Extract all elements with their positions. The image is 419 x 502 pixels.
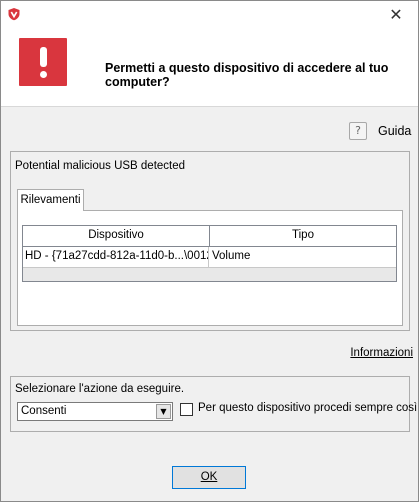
info-link[interactable]: Informazioni [350,347,413,359]
detections-table: Dispositivo Tipo HD - {71a27cdd-812a-11d… [22,225,397,282]
tab-rilevamenti[interactable]: Rilevamenti [17,189,84,211]
detection-title: Potential malicious USB detected [15,160,186,172]
ok-button-label: OK [200,471,218,483]
action-label: Selezionare l'azione da eseguire. [15,383,185,395]
type-cell: Volume [212,250,251,262]
help-icon[interactable]: ? [349,122,367,140]
dialog-header: Permetti a questo dispositivo di acceder… [1,31,418,107]
title-bar: ✕ [1,1,418,31]
always-proceed-checkbox[interactable] [180,403,193,416]
column-header-device[interactable]: Dispositivo [23,226,210,246]
chevron-down-icon[interactable]: ▼ [156,404,171,419]
always-proceed-label[interactable]: Per questo dispositivo procedi sempre co… [198,402,417,414]
dialog-window: ✕ Permetti a questo dispositivo di acced… [0,0,419,502]
action-select-value: Consenti [21,405,67,417]
device-cell: HD - {71a27cdd-812a-11d0-b...\0012 [25,247,209,267]
exclamation-icon [19,38,67,86]
action-select[interactable]: Consenti ▼ [17,402,173,421]
table-header: Dispositivo Tipo [23,226,396,247]
tab-panel: Dispositivo Tipo HD - {71a27cdd-812a-11d… [17,210,403,326]
table-row[interactable]: HD - {71a27cdd-812a-11d0-b...\0012 Volum… [23,247,396,268]
ok-button[interactable]: OK [172,466,246,489]
column-header-type[interactable]: Tipo [210,226,396,246]
action-group: Selezionare l'azione da eseguire. Consen… [10,376,417,432]
detection-group: Potential malicious USB detected Rilevam… [10,151,410,331]
dialog-question: Permetti a questo dispositivo di acceder… [105,61,389,89]
shield-logo-icon [8,8,20,21]
help-label[interactable]: Guida [378,124,411,138]
close-icon[interactable]: ✕ [386,5,406,25]
